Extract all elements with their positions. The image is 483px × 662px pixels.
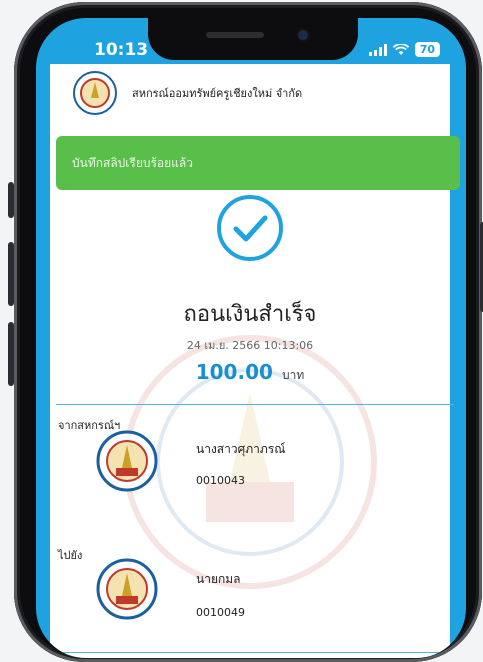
from-name: นางสาวศุภาภรณ์ — [196, 442, 286, 456]
to-label: ไปยัง — [58, 549, 83, 562]
from-account: 0010043 — [196, 474, 245, 487]
amount-value: 100.00 — [195, 360, 273, 384]
header: สหกรณ์ออมทรัพย์ครูเชียงใหม่ จำกัด — [72, 70, 302, 116]
divider-top — [56, 404, 454, 405]
cellular-signal-icon — [368, 43, 387, 56]
coop-name: สหกรณ์ออมทรัพย์ครูเชียงใหม่ จำกัด — [132, 87, 303, 100]
toast-message: บันทึกสลิปเรียบร้อยแล้ว — [72, 155, 193, 170]
success-toast[interactable]: บันทึกสลิปเรียบร้อยแล้ว — [56, 136, 460, 190]
status-icons: 70 — [368, 42, 440, 57]
speaker-grille — [206, 32, 264, 38]
transaction-datetime: 24 เม.ย. 2566 10:13:06 — [186, 339, 314, 352]
phone-notch — [148, 18, 358, 60]
phone-screen: 10:13 70 สหกรณ์ออมทรัพย์ครูเชียงใหม่ จำก — [36, 18, 466, 658]
receipt-card: สหกรณ์ออมทรัพย์ครูเชียงใหม่ จำกัด บันทึก… — [50, 64, 460, 658]
result-title: ถอนเงินสำเร็จ — [183, 302, 317, 327]
from-coop-seal — [96, 430, 158, 492]
amount-row: 100.00 บาท — [50, 360, 450, 385]
check-circle-icon — [214, 192, 286, 268]
divider-bottom — [56, 652, 454, 653]
front-camera — [298, 30, 308, 40]
volume-down-button — [8, 322, 14, 386]
to-coop-seal — [96, 558, 158, 620]
status-time: 10:13 — [94, 40, 149, 60]
to-name: นายกมล — [196, 572, 241, 586]
amount-currency: บาท — [282, 368, 305, 382]
wifi-icon — [392, 43, 409, 55]
coop-logo — [73, 71, 117, 115]
volume-up-button — [8, 242, 14, 306]
mute-switch — [8, 182, 14, 218]
battery-indicator: 70 — [414, 42, 440, 57]
to-account: 0010049 — [196, 606, 245, 619]
